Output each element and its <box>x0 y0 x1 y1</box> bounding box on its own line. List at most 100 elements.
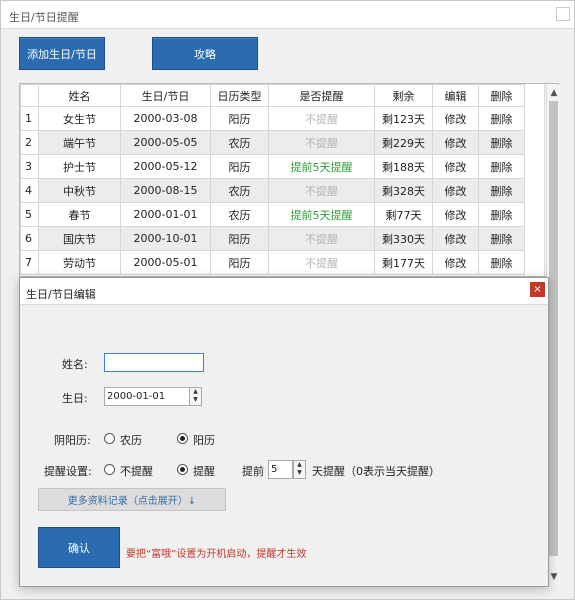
header-remaining[interactable]: 剩余 <box>374 84 433 107</box>
remind-radio-label[interactable]: 提醒 <box>193 463 215 479</box>
cell-edit[interactable]: 修改 <box>432 154 479 179</box>
row-number: 4 <box>20 178 39 203</box>
table-row[interactable]: 2 端午节 2000-05-05 农历 不提醒 剩229天 修改 删除 <box>20 130 525 155</box>
cell-delete[interactable]: 删除 <box>478 202 525 227</box>
cell-edit[interactable]: 修改 <box>432 130 479 155</box>
cell-calendar: 农历 <box>210 130 269 155</box>
cell-date: 2000-08-15 <box>120 178 211 203</box>
page-scroll-thumb[interactable] <box>549 101 558 556</box>
solar-radio[interactable] <box>177 433 188 444</box>
no-remind-radio-label[interactable]: 不提醒 <box>120 463 153 479</box>
lunar-radio-label[interactable]: 农历 <box>120 432 142 448</box>
startup-note: 要把“富哦”设置为开机启动，提醒才生效 <box>126 549 307 560</box>
cell-delete[interactable]: 删除 <box>478 178 525 203</box>
page-scroll-down-icon[interactable]: ▼ <box>547 569 561 585</box>
cell-delete[interactable]: 删除 <box>478 154 525 179</box>
cell-delete[interactable]: 删除 <box>478 226 525 251</box>
row-number: 6 <box>20 226 39 251</box>
edit-dialog: 生日/节日编辑 × 姓名: 生日: 2000-01-01 ▲ ▼ 阴阳历: 农历… <box>19 277 549 587</box>
cell-edit[interactable]: 修改 <box>432 250 479 275</box>
cell-remaining: 剩177天 <box>374 250 433 275</box>
name-label: 姓名: <box>62 358 88 371</box>
table-row[interactable]: 4 中秋节 2000-08-15 农历 不提醒 剩328天 修改 删除 <box>20 178 525 203</box>
table-row[interactable]: 6 国庆节 2000-10-01 阳历 不提醒 剩330天 修改 删除 <box>20 226 525 251</box>
calendar-label: 阴阳历: <box>54 434 91 447</box>
row-number: 1 <box>20 106 39 131</box>
cell-calendar: 阳历 <box>210 226 269 251</box>
solar-radio-label[interactable]: 阳历 <box>193 432 215 448</box>
row-number: 5 <box>20 202 39 227</box>
header-calendar[interactable]: 日历类型 <box>210 84 269 107</box>
cell-calendar: 农历 <box>210 178 269 203</box>
cell-date: 2000-03-08 <box>120 106 211 131</box>
days-up-icon[interactable]: ▲ <box>294 461 305 469</box>
advance-days-input[interactable]: 5 <box>268 460 293 479</box>
cell-remind: 不提醒 <box>268 130 375 155</box>
dialog-title: 生日/节日编辑 <box>26 288 96 301</box>
birthday-input[interactable]: 2000-01-01 <box>104 387 202 406</box>
add-birthday-button[interactable]: 添加生日/节日 <box>19 37 105 70</box>
cell-remind: 提前5天提醒 <box>268 154 375 179</box>
cell-date: 2000-10-01 <box>120 226 211 251</box>
cell-date: 2000-05-01 <box>120 250 211 275</box>
cell-edit[interactable]: 修改 <box>432 178 479 203</box>
cell-remind: 不提醒 <box>268 178 375 203</box>
cell-remaining: 剩77天 <box>374 202 433 227</box>
cell-calendar: 阳历 <box>210 106 269 131</box>
cell-remaining: 剩229天 <box>374 130 433 155</box>
header-delete[interactable]: 删除 <box>478 84 525 107</box>
confirm-button[interactable]: 确认 <box>38 527 120 568</box>
birthday-stepper[interactable]: ▲ ▼ <box>189 387 202 406</box>
table-row[interactable]: 3 护士节 2000-05-12 阳历 提前5天提醒 剩188天 修改 删除 <box>20 154 525 179</box>
cell-name: 中秋节 <box>38 178 121 203</box>
advance-suffix: 天提醒（0表示当天提醒） <box>312 465 440 478</box>
table-row[interactable]: 1 女生节 2000-03-08 阳历 不提醒 剩123天 修改 删除 <box>20 106 525 131</box>
guide-button[interactable]: 攻略 <box>152 37 258 70</box>
table-row[interactable]: 7 劳动节 2000-05-01 阳历 不提醒 剩177天 修改 删除 <box>20 250 525 275</box>
cell-date: 2000-05-12 <box>120 154 211 179</box>
cell-name: 女生节 <box>38 106 121 131</box>
cell-edit[interactable]: 修改 <box>432 226 479 251</box>
days-down-icon[interactable]: ▼ <box>294 469 305 477</box>
remind-radio[interactable] <box>177 464 188 475</box>
header-name[interactable]: 姓名 <box>38 84 121 107</box>
table-row[interactable]: 5 春节 2000-01-01 农历 提前5天提醒 剩77天 修改 删除 <box>20 202 525 227</box>
row-number: 7 <box>20 250 39 275</box>
row-number: 3 <box>20 154 39 179</box>
cell-calendar: 农历 <box>210 202 269 227</box>
row-number: 2 <box>20 130 39 155</box>
cell-remaining: 剩123天 <box>374 106 433 131</box>
cell-delete[interactable]: 删除 <box>478 106 525 131</box>
cell-remind: 不提醒 <box>268 106 375 131</box>
name-input[interactable] <box>104 353 204 372</box>
stepper-down-icon[interactable]: ▼ <box>190 396 201 404</box>
cell-edit[interactable]: 修改 <box>432 202 479 227</box>
header-edit[interactable]: 编辑 <box>432 84 479 107</box>
cell-name: 护士节 <box>38 154 121 179</box>
window-close-button[interactable] <box>556 7 570 21</box>
cell-remaining: 剩188天 <box>374 154 433 179</box>
no-remind-radio[interactable] <box>104 464 115 475</box>
cell-date: 2000-05-05 <box>120 130 211 155</box>
cell-delete[interactable]: 删除 <box>478 250 525 275</box>
window-title: 生日/节日提醒 <box>9 11 79 24</box>
header-remind[interactable]: 是否提醒 <box>268 84 375 107</box>
expand-more-button[interactable]: 更多资料记录（点击展开）↓ <box>38 488 226 511</box>
cell-remind: 提前5天提醒 <box>268 202 375 227</box>
header-date[interactable]: 生日/节日 <box>120 84 211 107</box>
dialog-close-icon[interactable]: × <box>530 282 545 297</box>
lunar-radio[interactable] <box>104 433 115 444</box>
cell-date: 2000-01-01 <box>120 202 211 227</box>
stepper-up-icon[interactable]: ▲ <box>190 388 201 396</box>
main-titlebar: 生日/节日提醒 <box>1 1 574 29</box>
dialog-body: 姓名: 生日: 2000-01-01 ▲ ▼ 阴阳历: 农历 阳历 提醒设置: … <box>20 304 548 586</box>
main-window: 生日/节日提醒 添加生日/节日 攻略 姓名 生日/节日 日历类型 是否提醒 剩余… <box>0 0 575 600</box>
advance-days-stepper[interactable]: ▲ ▼ <box>293 460 306 479</box>
cell-delete[interactable]: 删除 <box>478 130 525 155</box>
table-header-row: 姓名 生日/节日 日历类型 是否提醒 剩余 编辑 删除 <box>20 84 525 107</box>
birthday-grid: 姓名 生日/节日 日历类型 是否提醒 剩余 编辑 删除 1 女生节 2000-03-… <box>19 83 559 277</box>
cell-edit[interactable]: 修改 <box>432 106 479 131</box>
page-scroll-up-icon[interactable]: ▲ <box>547 85 561 101</box>
cell-remaining: 剩328天 <box>374 178 433 203</box>
cell-remind: 不提醒 <box>268 250 375 275</box>
